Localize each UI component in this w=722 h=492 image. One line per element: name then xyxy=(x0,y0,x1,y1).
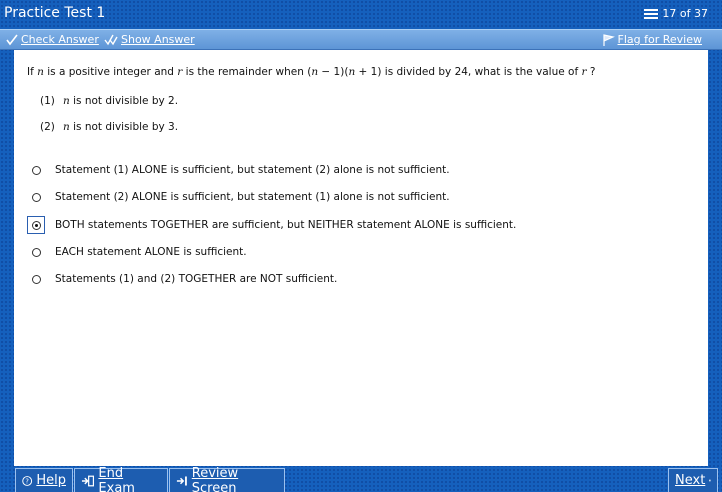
counter-text: 17 of 37 xyxy=(662,7,708,20)
statement-variable: n xyxy=(63,121,70,133)
question-part: − 1)( xyxy=(318,66,349,78)
radio-wrapper xyxy=(27,188,45,206)
radio-button[interactable] xyxy=(31,192,41,202)
end-exam-button[interactable]: End Exam xyxy=(74,465,168,492)
answer-option-d[interactable]: EACH statement ALONE is sufficient. xyxy=(27,243,667,261)
option-text: Statement (2) ALONE is sufficient, but s… xyxy=(55,191,450,203)
answer-option-c[interactable]: BOTH statements TOGETHER are sufficient,… xyxy=(27,216,667,234)
option-text: Statements (1) and (2) TOGETHER are NOT … xyxy=(55,273,338,285)
radio-wrapper xyxy=(27,243,45,261)
review-screen-label: Review Screen xyxy=(191,465,239,492)
answer-option-a[interactable]: Statement (1) ALONE is sufficient, but s… xyxy=(27,161,667,179)
svg-text:?: ? xyxy=(25,477,29,485)
exam-title: Practice Test 1 xyxy=(4,5,106,21)
help-button[interactable]: ? Help xyxy=(15,468,73,492)
statement-text: is not divisible by 3. xyxy=(69,121,179,133)
radio-button-selected[interactable] xyxy=(31,220,41,230)
answer-option-e[interactable]: Statements (1) and (2) TOGETHER are NOT … xyxy=(27,270,667,288)
statement-variable: n xyxy=(63,95,70,107)
question-counter: 17 of 37 xyxy=(644,7,708,20)
statement-number: (1) xyxy=(40,95,55,107)
end-exam-icon xyxy=(81,475,95,486)
footer-bar: ? Help End Exam Review Screen Next xyxy=(0,466,722,492)
show-answer-label: Show Answer xyxy=(121,33,195,46)
question-part: If xyxy=(27,66,38,78)
show-answer-button[interactable]: Show Answer xyxy=(104,33,195,46)
question-part: is the remainder when ( xyxy=(182,66,312,78)
statement-1: (1) n is not divisible by 2. xyxy=(40,95,178,107)
arrow-right-icon xyxy=(709,479,711,482)
review-screen-button[interactable]: Review Screen xyxy=(169,465,285,492)
radio-button[interactable] xyxy=(31,247,41,257)
show-answer-icon xyxy=(104,34,118,45)
end-exam-label: End Exam xyxy=(98,465,135,492)
flag-for-review-button[interactable]: Flag for Review xyxy=(602,33,702,46)
check-icon xyxy=(6,34,18,45)
check-answer-button[interactable]: Check Answer xyxy=(6,33,99,46)
toolbar: Check Answer Show Answer Flag for Review xyxy=(0,29,722,50)
radio-wrapper xyxy=(27,270,45,288)
arrow-right-bar-icon xyxy=(176,475,187,486)
flag-for-review-label: Flag for Review xyxy=(617,33,702,46)
flag-icon xyxy=(602,33,615,46)
statement-number: (2) xyxy=(40,121,55,133)
next-label: Next xyxy=(675,473,706,488)
radio-button[interactable] xyxy=(31,274,41,284)
question-part: + 1) is divided by 24, what is the value… xyxy=(355,66,582,78)
question-text: If n is a positive integer and r is the … xyxy=(27,66,697,78)
question-variable: n xyxy=(37,66,44,78)
option-text: BOTH statements TOGETHER are sufficient,… xyxy=(55,219,517,231)
question-part: ? xyxy=(586,66,596,78)
list-icon xyxy=(644,8,659,19)
statement-text: is not divisible by 2. xyxy=(69,95,179,107)
next-button[interactable]: Next xyxy=(668,468,718,492)
help-icon: ? xyxy=(22,475,33,486)
title-bar: Practice Test 1 17 of 37 xyxy=(0,0,722,29)
question-part: is a positive integer and xyxy=(43,66,178,78)
option-text: Statement (1) ALONE is sufficient, but s… xyxy=(55,164,450,176)
option-text: EACH statement ALONE is sufficient. xyxy=(55,246,247,258)
question-panel: If n is a positive integer and r is the … xyxy=(14,50,708,466)
help-label: Help xyxy=(36,473,66,488)
check-answer-label: Check Answer xyxy=(21,33,99,46)
statement-2: (2) n is not divisible by 3. xyxy=(40,121,178,133)
radio-wrapper xyxy=(27,216,45,234)
radio-wrapper xyxy=(27,161,45,179)
answer-option-b[interactable]: Statement (2) ALONE is sufficient, but s… xyxy=(27,188,667,206)
radio-button[interactable] xyxy=(31,165,41,175)
